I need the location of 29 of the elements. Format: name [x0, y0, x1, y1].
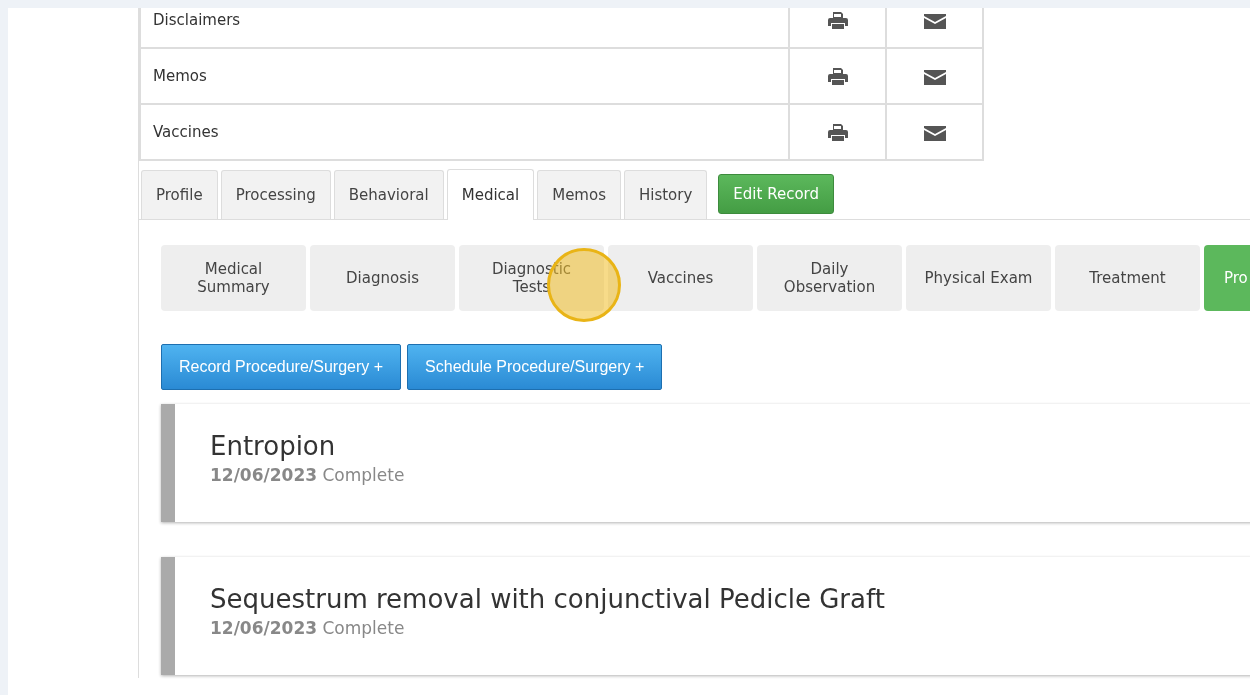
- procedure-title: Entropion: [210, 431, 337, 461]
- mail-icon[interactable]: [923, 68, 946, 85]
- procedure-status: Complete: [322, 618, 405, 638]
- procedure-title: Sequestrum removal with conjunctival Pedicle Graft: [210, 584, 886, 614]
- medical-subtab[interactable]: Treatment: [1055, 245, 1200, 311]
- mail-icon[interactable]: [923, 124, 946, 141]
- procedure-card[interactable]: Sequestrum removal with conjunctival Pedicle Graft 12/06/2023 Complete: [161, 557, 1250, 675]
- medical-subtab[interactable]: Diagnosis: [310, 245, 455, 311]
- record-tab[interactable]: Profile: [141, 170, 218, 219]
- procedure-status: Complete: [322, 465, 405, 485]
- procedure-date: 12/06/2023: [210, 465, 318, 485]
- record-tab[interactable]: History: [623, 170, 708, 219]
- medical-subtab[interactable]: Physical Exam: [906, 245, 1051, 311]
- record-tab[interactable]: Processing: [220, 170, 331, 219]
- record-tab[interactable]: Medical: [446, 169, 535, 220]
- document-name: Vaccines: [140, 104, 789, 160]
- record-tab[interactable]: Memos: [537, 170, 621, 219]
- document-name: Memos: [140, 48, 789, 104]
- record-tab[interactable]: Behavioral: [333, 170, 444, 219]
- medical-subtab[interactable]: Medical Summary: [161, 245, 306, 311]
- print-icon[interactable]: [827, 11, 848, 30]
- medical-subtab[interactable]: Vaccines: [608, 245, 753, 311]
- mail-icon[interactable]: [923, 12, 946, 29]
- procedure-date: 12/06/2023: [210, 618, 318, 638]
- print-icon[interactable]: [827, 67, 848, 86]
- medical-subtab[interactable]: Daily Observation: [757, 245, 902, 311]
- print-icon[interactable]: [827, 123, 848, 142]
- procedure-card[interactable]: Entropion 12/06/2023 Complete: [161, 404, 1250, 522]
- document-name: Disclaimers: [140, 8, 789, 48]
